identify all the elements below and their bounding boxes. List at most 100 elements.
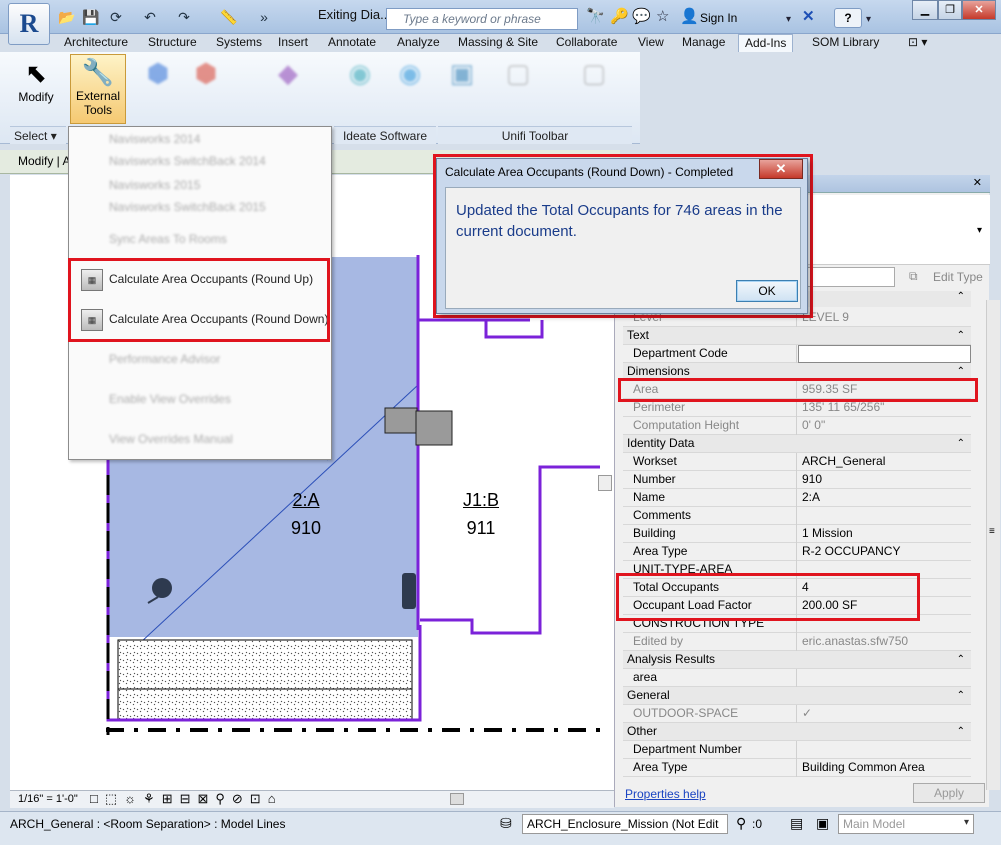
revit-app-menu-button[interactable]: R (8, 3, 50, 45)
view-control-icons[interactable]: □⬚☼⚘⊞⊟⊠⚲⊘⊡⌂ (90, 791, 283, 807)
tab-manage[interactable]: Manage (676, 34, 731, 52)
property-row[interactable]: Area 959.35 SF (623, 381, 971, 399)
filter-icon[interactable]: ⚲ (736, 815, 746, 832)
ribbon-tool-6[interactable]: ▣ (440, 56, 484, 126)
sign-in-button[interactable]: Sign In (700, 11, 737, 25)
area-910-name[interactable]: 2:A (286, 490, 326, 511)
help-chevron-icon[interactable]: ▾ (866, 12, 871, 28)
property-value[interactable]: 1 Mission (798, 525, 971, 543)
property-row[interactable]: Department Number (623, 741, 971, 759)
property-row[interactable]: Computation Height 0' 0" (623, 417, 971, 435)
property-value[interactable] (798, 615, 971, 633)
property-row[interactable]: Perimeter 135' 11 65/256" (623, 399, 971, 417)
ribbon-tool-1[interactable]: ⬢ (136, 56, 180, 126)
favorites-icon[interactable]: ☆ (656, 9, 669, 25)
property-row[interactable]: Workset ARCH_General (623, 453, 971, 471)
close-window-button[interactable]: ✕ (962, 0, 996, 20)
property-value[interactable] (798, 507, 971, 525)
property-group-header[interactable]: Other ⌃ (623, 723, 971, 741)
property-row[interactable]: CONSTRUCTION TYPE (623, 615, 971, 633)
subscription-icon[interactable]: 🔑 (610, 9, 629, 25)
edit-type-button[interactable]: ⧉ Edit Type (905, 267, 985, 289)
property-row[interactable]: Department Code (623, 345, 971, 363)
menu-item-blurred[interactable]: Performance Advisor (75, 349, 220, 369)
properties-scrollbar[interactable]: ≡ (986, 300, 1000, 790)
redo-icon[interactable]: ↷ (176, 9, 192, 25)
editable-only-icon[interactable]: ▣ (816, 815, 829, 832)
menu-item-blurred[interactable]: Navisworks 2014 (75, 129, 200, 149)
chevron-down-icon[interactable]: ▾ (786, 12, 791, 28)
dialog-close-button[interactable]: ✕ (759, 159, 803, 179)
save-icon[interactable]: 💾 (82, 9, 99, 25)
help-button[interactable]: ? (834, 8, 862, 28)
property-value[interactable]: ✓ (798, 705, 971, 723)
ribbon-tool-4[interactable]: ◉ (338, 56, 382, 126)
select-dropdown[interactable]: Select ▾ (10, 126, 66, 144)
area-911-name[interactable]: J1:B (456, 490, 506, 511)
property-group-header[interactable]: Text ⌃ (623, 327, 971, 345)
tab-analyze[interactable]: Analyze (391, 34, 446, 52)
ribbon-tool-3[interactable]: ◆ (266, 56, 310, 126)
property-row[interactable]: Area Type Building Common Area (623, 759, 971, 777)
property-row[interactable]: Comments (623, 507, 971, 525)
menu-item-blurred[interactable]: Enable View Overrides (75, 389, 231, 409)
area-910-number[interactable]: 910 (286, 518, 326, 539)
modify-button[interactable]: ⬉ Modify (14, 56, 58, 120)
property-row[interactable]: Area Type R-2 OCCUPANCY (623, 543, 971, 561)
ribbon-minimize-icon[interactable]: ⊡ ▾ (902, 34, 933, 52)
measure-icon[interactable]: 📏 (220, 9, 237, 25)
binoculars-icon[interactable]: 🔭 (586, 9, 605, 25)
property-group-header[interactable]: Identity Data ⌃ (623, 435, 971, 453)
property-row[interactable]: Total Occupants 4 (623, 579, 971, 597)
tab-annotate[interactable]: Annotate (322, 34, 382, 52)
exchange-apps-icon[interactable]: ✕ (802, 9, 815, 25)
tab-massing-site[interactable]: Massing & Site (452, 34, 544, 52)
user-icon[interactable]: 👤 (680, 9, 699, 25)
external-tools-button[interactable]: 🔧 External Tools (70, 54, 126, 124)
property-value[interactable]: Building Common Area (798, 759, 971, 777)
property-group-header[interactable]: General ⌃ (623, 687, 971, 705)
tab-add-ins[interactable]: Add-Ins (738, 34, 794, 52)
tab-collaborate[interactable]: Collaborate (550, 34, 623, 52)
property-value[interactable]: 135' 11 65/256" (798, 399, 971, 417)
property-row[interactable]: Occupant Load Factor 200.00 SF (623, 597, 971, 615)
ribbon-tool-5[interactable]: ◉ (388, 56, 432, 126)
ribbon-tool-7[interactable]: ▢ (496, 56, 540, 126)
menu-item-blurred[interactable]: Navisworks SwitchBack 2014 (75, 151, 266, 171)
minimize-button[interactable]: ▁ (912, 0, 938, 20)
property-value[interactable] (798, 741, 971, 759)
properties-help-link[interactable]: Properties help (625, 787, 706, 801)
menu-item-blurred[interactable]: Sync Areas To Rooms (75, 229, 227, 249)
property-row[interactable]: Building 1 Mission (623, 525, 971, 543)
restore-button[interactable]: ❐ (938, 0, 962, 20)
design-option-select[interactable]: Main Model ▾ (838, 814, 974, 834)
menu-item-round-down[interactable]: ▦ Calculate Area Occupants (Round Down) (75, 309, 328, 331)
close-icon[interactable]: ✕ (973, 176, 982, 189)
canvas-scroll-thumb[interactable] (598, 475, 612, 491)
property-row[interactable]: Edited by eric.anastas.sfw750 (623, 633, 971, 651)
undo-icon[interactable]: ↶ (142, 9, 158, 25)
property-value[interactable]: eric.anastas.sfw750 (798, 633, 971, 651)
area-boundary-notch[interactable] (484, 320, 544, 339)
property-row[interactable]: Name 2:A (623, 489, 971, 507)
menu-item-round-up[interactable]: ▦ Calculate Area Occupants (Round Up) (75, 269, 313, 291)
tab-insert[interactable]: Insert (272, 34, 314, 52)
menu-item-blurred[interactable]: Navisworks 2015 (75, 175, 200, 195)
property-value[interactable] (798, 345, 971, 363)
communication-icon[interactable]: 💬 (632, 9, 651, 25)
tab-systems[interactable]: Systems (210, 34, 268, 52)
tab-architecture[interactable]: Architecture (58, 34, 134, 52)
property-row[interactable]: Number 910 (623, 471, 971, 489)
apply-button[interactable]: Apply (913, 783, 985, 803)
area-911-number[interactable]: 911 (456, 518, 506, 539)
active-workset-select[interactable]: ARCH_Enclosure_Mission (Not Edit (522, 814, 728, 834)
area-boundary-right[interactable] (420, 465, 600, 635)
ribbon-tool-2[interactable]: ⬢ (184, 56, 228, 126)
view-scale[interactable]: 1/16" = 1'-0" (18, 793, 78, 805)
property-row[interactable]: OUTDOOR-SPACE ✓ (623, 705, 971, 723)
design-options-icon[interactable]: ▤ (790, 815, 803, 832)
property-group-header[interactable]: Analysis Results ⌃ (623, 651, 971, 669)
search-input[interactable]: Type a keyword or phrase (386, 8, 578, 30)
menu-item-blurred[interactable]: View Overrides Manual (75, 429, 233, 449)
property-value[interactable]: 4 (798, 579, 971, 597)
